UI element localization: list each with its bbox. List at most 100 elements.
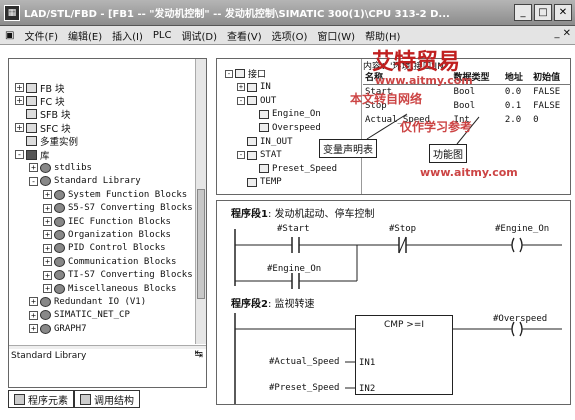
tree-item[interactable]: + IEC Function Blocks — [43, 215, 171, 228]
menu-view[interactable]: 查看(V) — [222, 28, 267, 43]
library-icon — [54, 216, 65, 227]
tree-item-label: S5-S7 Converting Blocks — [68, 203, 193, 214]
library-icon — [40, 323, 51, 334]
expand-icon[interactable]: + — [29, 297, 38, 307]
expand-icon[interactable]: + — [43, 270, 52, 280]
contact-stop-nc-bar — [398, 236, 407, 254]
menu-edit[interactable]: 编辑(E) — [63, 28, 107, 43]
tree-item[interactable]: + stdlibs — [29, 161, 92, 174]
coil-engine-on — [519, 237, 523, 253]
close-button[interactable]: ✕ — [554, 4, 572, 21]
maximize-button[interactable]: □ — [534, 4, 552, 21]
menu-plc[interactable]: PLC — [148, 30, 177, 41]
library-icon — [54, 283, 65, 294]
menu-window-controls[interactable]: _ ✕ — [554, 28, 571, 39]
tree-item[interactable]: + GRAPH7 — [29, 322, 87, 335]
collapse-icon[interactable]: - — [15, 150, 24, 159]
expand-icon[interactable]: + — [29, 163, 38, 173]
expand-icon[interactable]: + — [43, 243, 52, 253]
title-bar: ▦ LAD/STL/FBD - [FB1 -- "发动机控制" -- 发动机控制… — [0, 0, 575, 26]
library-icon — [40, 162, 51, 173]
tree-item[interactable]: + Communication Blocks — [43, 255, 176, 268]
menu-options[interactable]: 选项(O) — [267, 28, 313, 43]
left-vertical-scrollbar[interactable] — [195, 59, 206, 344]
library-icon — [54, 229, 65, 240]
tab-program-elements-label: 程序元素 — [28, 395, 68, 407]
watermark-brand: 艾特贸易 — [372, 50, 461, 75]
tree-item[interactable]: + S5-S7 Converting Blocks — [43, 202, 193, 215]
tree-item[interactable]: + FB 块 — [15, 81, 65, 95]
library-icon — [54, 203, 65, 214]
library-icon — [40, 176, 51, 187]
tree-item[interactable]: -库 — [15, 148, 50, 162]
tab-call-structure-label: 调用结构 — [94, 395, 134, 407]
library-icon — [54, 189, 65, 200]
ladder-rungs — [234, 229, 562, 404]
tree-item-label: TI-S7 Converting Blocks — [68, 270, 193, 281]
tab-call-structure[interactable]: 调用结构 — [74, 390, 140, 408]
tree-item-label: Communication Blocks — [68, 256, 177, 267]
call-structure-icon — [80, 393, 91, 405]
library-info-icon[interactable]: ↹ — [195, 349, 203, 360]
tree-item[interactable]: + PID Control Blocks — [43, 242, 166, 255]
window-title: LAD/STL/FBD - [FB1 -- "发动机控制" -- 发动机控制\S… — [24, 9, 450, 20]
menu-bar: ▣ 文件(F) 编辑(E) 插入(I) PLC 调试(D) 查看(V) 选项(O… — [0, 26, 575, 45]
expand-icon[interactable]: + — [43, 257, 52, 267]
expand-icon[interactable]: + — [43, 284, 52, 293]
tree-item-label: FB 块 — [40, 83, 65, 95]
library-icon — [54, 256, 65, 267]
watermark-url: www.aitmy.com — [375, 74, 473, 87]
tree-item[interactable]: + Organization Blocks — [43, 228, 171, 241]
minimize-button[interactable]: _ — [514, 4, 532, 21]
expand-icon[interactable]: + — [29, 310, 38, 320]
menu-doc-icon: ▣ — [5, 29, 15, 41]
tree-item[interactable]: + SIMATIC_NET_CP — [29, 309, 130, 322]
tree-item-label: SFC 块 — [40, 123, 71, 135]
tree-item[interactable]: + FC 块 — [15, 94, 65, 108]
menu-debug[interactable]: 调试(D) — [177, 28, 223, 43]
tree-item-label: PID Control Blocks — [68, 243, 166, 254]
tree-item[interactable]: + Miscellaneous Blocks — [43, 282, 176, 295]
tree-item[interactable]: + System Function Blocks — [43, 188, 187, 201]
tree-item[interactable]: - Standard Library — [29, 175, 141, 188]
library-icon — [40, 296, 51, 307]
watermark-line1: 本文转自网络 — [350, 92, 423, 106]
menu-insert[interactable]: 插入(I) — [107, 28, 148, 43]
coil-overspeed — [519, 321, 523, 337]
expand-icon[interactable]: + — [15, 83, 24, 92]
menu-help[interactable]: 帮助(H) — [360, 28, 405, 43]
expand-icon[interactable]: + — [43, 217, 52, 226]
watermark-line2: 仅作学习参考 — [400, 120, 473, 134]
left-horizontal-scrollbar[interactable] — [9, 345, 206, 349]
library-icon — [40, 310, 51, 321]
library-icon — [54, 270, 65, 281]
tree-item[interactable]: + Redundant IO (V1) — [29, 295, 146, 308]
expand-icon[interactable]: + — [43, 190, 52, 200]
expand-icon[interactable]: + — [43, 203, 52, 213]
tree-item[interactable]: + SFC 块 — [15, 121, 71, 135]
tree-item-label: 多重实例 — [40, 137, 79, 149]
scroll-thumb[interactable] — [197, 189, 205, 299]
tab-program-elements[interactable]: 程序元素 — [8, 390, 74, 408]
tree-item-label: SIMATIC_NET_CP — [54, 310, 130, 321]
expand-icon[interactable]: + — [15, 96, 24, 106]
expand-icon[interactable]: + — [43, 230, 52, 240]
menu-window[interactable]: 窗口(W) — [312, 28, 360, 43]
block-folder-icon — [26, 149, 37, 160]
tree-item-label: IEC Function Blocks — [68, 216, 171, 227]
expand-icon[interactable]: + — [15, 123, 24, 133]
tree-item-label: Miscellaneous Blocks — [68, 283, 177, 294]
collapse-icon[interactable]: - — [29, 176, 38, 186]
menu-file[interactable]: 文件(F) — [19, 28, 63, 43]
expand-icon[interactable]: + — [29, 324, 38, 334]
watermark-url2: www.aitmy.com — [420, 166, 518, 179]
block-folder-icon — [26, 95, 37, 106]
block-folder-icon — [26, 109, 37, 120]
tree-item[interactable]: + TI-S7 Converting Blocks — [43, 269, 193, 282]
tree-item[interactable]: SFB 块 — [15, 108, 71, 121]
tree-item-label: stdlibs — [54, 162, 92, 173]
library-status-text: Standard Library — [11, 351, 87, 361]
tree-item-label: SFB 块 — [40, 110, 71, 122]
tree-item-label: GRAPH7 — [54, 323, 87, 334]
tree-item[interactable]: 多重实例 — [15, 135, 78, 148]
